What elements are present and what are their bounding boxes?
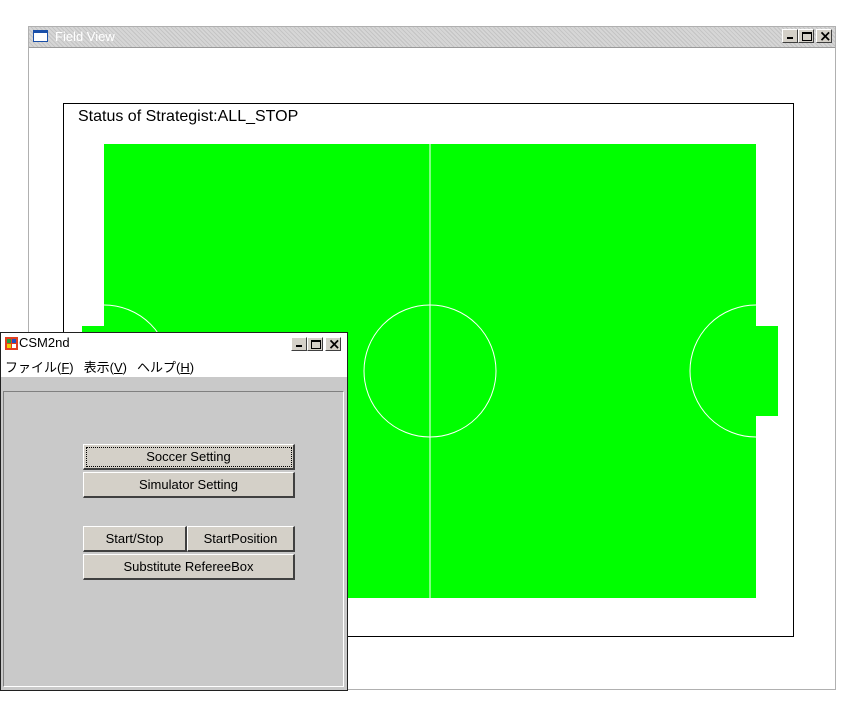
menu-help[interactable]: ヘルプ(H) — [133, 357, 200, 376]
substitute-refereebox-button[interactable]: Substitute RefereeBox — [83, 554, 295, 580]
field-view-titlebar[interactable]: Field View — [29, 27, 835, 48]
csm2nd-titlebar[interactable]: CSM2nd — [1, 333, 347, 355]
strategist-status: Status of Strategist:ALL_STOP — [78, 108, 299, 125]
menu-file[interactable]: ファイル(F) — [1, 357, 80, 376]
csm2nd-title: CSM2nd — [19, 335, 70, 350]
close-icon[interactable] — [816, 27, 832, 45]
soccer-setting-button[interactable]: Soccer Setting — [83, 444, 295, 470]
minimize-icon[interactable] — [291, 337, 307, 351]
field-view-window-controls — [782, 27, 832, 45]
app-icon — [5, 337, 18, 350]
window-icon — [33, 30, 48, 42]
simulator-setting-button[interactable]: Simulator Setting — [83, 472, 295, 498]
close-icon[interactable] — [325, 335, 341, 353]
csm2nd-window-controls — [291, 335, 341, 353]
menu-bar: ファイル(F) 表示(V) ヘルプ(H) — [1, 355, 347, 377]
field-view-title: Field View — [55, 29, 115, 44]
minimize-icon[interactable] — [782, 29, 798, 43]
right-goal — [756, 326, 778, 416]
maximize-icon[interactable] — [307, 337, 323, 351]
start-position-button[interactable]: StartPosition — [187, 526, 295, 552]
start-stop-button[interactable]: Start/Stop — [83, 526, 187, 552]
menu-view[interactable]: 表示(V) — [80, 357, 133, 376]
maximize-icon[interactable] — [798, 29, 814, 43]
csm2nd-window: CSM2nd ファイル(F) 表示(V) ヘルプ(H) Soccer Setti… — [0, 332, 348, 691]
